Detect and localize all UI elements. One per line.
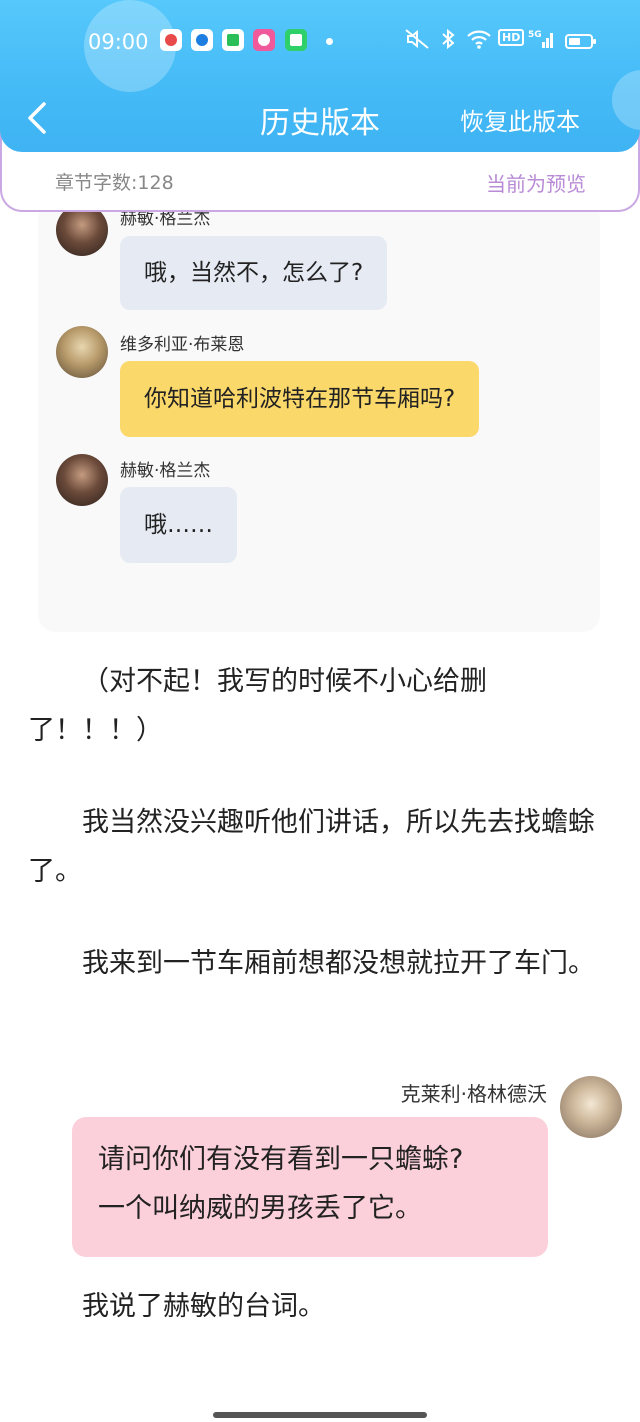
chat-bubble-line: 请问你们有没有看到一只蟾蜍?: [98, 1144, 464, 1175]
avatar: [560, 1076, 622, 1138]
map-pin-icon: [160, 29, 182, 51]
chat-bubble: 你知道哈利波特在那节车厢吗?: [120, 361, 480, 437]
paragraph: （对不起！我写的时候不小心给删了！！！）: [28, 657, 608, 755]
chat-bubble: 哦……: [120, 487, 237, 563]
compass-icon: [191, 29, 213, 51]
paragraph-text: 我当然没兴趣听他们讲话，所以先去找蟾蜍了。: [28, 807, 595, 887]
paragraph-text: 我说了赫敏的台词。: [82, 1291, 325, 1322]
chat-screenshot-card: 赫敏·格兰杰 哦，当然不，怎么了? 维多利亚·布莱恩 你知道哈利波特在那节车厢吗…: [38, 200, 600, 632]
gift-icon: [253, 29, 275, 51]
status-time: 09:00: [88, 30, 149, 54]
status-bar: 09:00 HD 5G: [0, 24, 640, 62]
paragraph: 我来到一节车厢前想都没想就拉开了车门。: [28, 939, 608, 988]
avatar: [56, 326, 108, 378]
5g-signal-icon: 5G: [528, 28, 556, 54]
home-indicator[interactable]: [213, 1412, 427, 1418]
restore-version-button[interactable]: 恢复此版本: [460, 102, 580, 137]
video-play-icon: [222, 29, 244, 51]
paragraph: 我当然没兴趣听他们讲话，所以先去找蟾蜍了。: [28, 798, 608, 896]
paragraph: 我说了赫敏的台词。: [28, 1282, 608, 1331]
speaker-name: 克莱利·格林德沃: [400, 1082, 547, 1106]
app-header: 09:00 HD 5G 历史版本 恢复此版本: [0, 0, 640, 152]
paragraph-text: 我来到一节车厢前想都没想就拉开了车门。: [82, 948, 595, 979]
svg-text:5G: 5G: [528, 30, 542, 40]
qr-icon: [285, 29, 307, 51]
word-count: 章节字数:128: [55, 172, 174, 194]
battery-icon: [565, 34, 596, 49]
bluetooth-icon: [441, 28, 455, 54]
speaker-name: 维多利亚·布莱恩: [120, 335, 245, 355]
chat-bubble: 哦，当然不，怎么了?: [120, 236, 388, 310]
mute-icon: [404, 28, 430, 54]
preview-status: 当前为预览: [486, 172, 586, 196]
chat-bubble-line: 一个叫纳威的男孩丢了它。: [98, 1193, 422, 1224]
notification-dot: [326, 38, 333, 45]
speaker-name: 赫敏·格兰杰: [120, 461, 211, 481]
chat-bubble: 请问你们有没有看到一只蟾蜍? 一个叫纳威的男孩丢了它。: [72, 1117, 548, 1257]
paragraph-text: （对不起！我写的时候不小心给删了！！！）: [28, 666, 487, 746]
wifi-icon: [466, 28, 492, 54]
hd-icon: HD: [498, 29, 525, 46]
avatar: [56, 454, 108, 506]
